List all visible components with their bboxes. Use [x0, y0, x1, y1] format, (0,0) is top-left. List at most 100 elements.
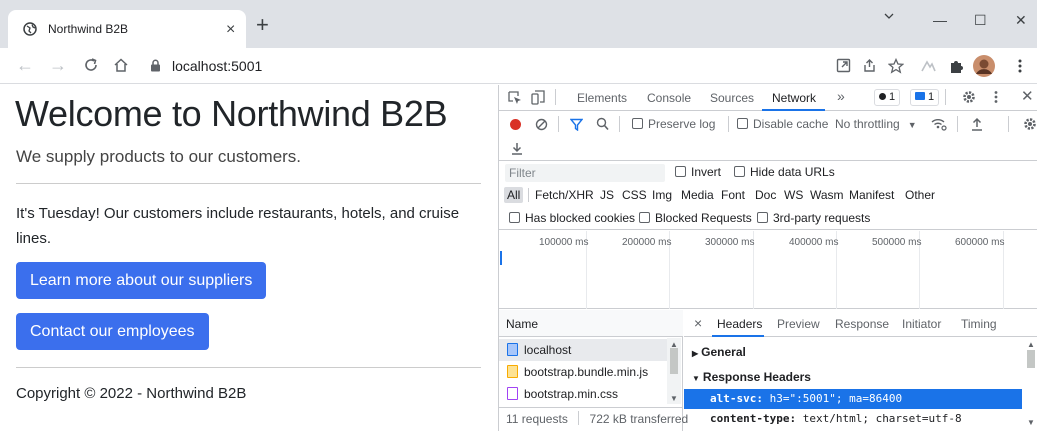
scroll-thumb[interactable] [670, 348, 678, 374]
network-settings-gear-icon[interactable] [1023, 117, 1037, 131]
third-party-label: 3rd-party requests [773, 211, 871, 225]
detail-close-icon[interactable]: × [694, 315, 702, 331]
extensions-puzzle-icon[interactable] [948, 58, 964, 74]
type-wasm[interactable]: Wasm [810, 188, 844, 202]
name-column-header[interactable]: Name [499, 310, 683, 337]
address-bar[interactable]: localhost:5001 [172, 58, 262, 74]
type-media[interactable]: Media [681, 188, 714, 202]
third-party-checkbox[interactable]: 3rd-party requests [757, 211, 870, 225]
bookmark-star-icon[interactable] [888, 58, 904, 74]
tab-close-icon[interactable]: × [226, 21, 235, 39]
type-all[interactable]: All [504, 187, 524, 203]
inspect-element-icon[interactable] [508, 91, 522, 105]
tab-console[interactable]: Console [647, 91, 691, 105]
lock-icon[interactable] [150, 59, 161, 72]
reload-icon[interactable] [83, 55, 99, 73]
scroll-up-icon[interactable]: ▲ [1027, 340, 1035, 349]
tab-search-chevron-icon[interactable] [883, 10, 895, 22]
tab-elements[interactable]: Elements [577, 91, 627, 105]
export-har-icon[interactable] [511, 141, 523, 155]
request-row[interactable]: bootstrap.min.css [499, 383, 667, 405]
settings-gear-icon[interactable] [962, 90, 976, 104]
toolbar-divider [558, 116, 559, 132]
back-arrow-icon[interactable]: ← [16, 55, 34, 75]
type-manifest[interactable]: Manifest [849, 188, 894, 202]
blocked-requests-checkbox[interactable]: Blocked Requests [639, 211, 752, 225]
tab-title: Northwind B2B [48, 22, 129, 36]
new-tab-button[interactable]: + [256, 14, 269, 36]
hide-data-urls-checkbox[interactable]: Hide data URLs [734, 165, 835, 179]
share-icon[interactable] [862, 58, 877, 73]
type-img[interactable]: Img [652, 188, 672, 202]
extension-icon[interactable] [920, 58, 936, 74]
home-icon[interactable] [113, 55, 129, 73]
request-row[interactable]: localhost [499, 339, 667, 361]
request-name: localhost [524, 343, 572, 357]
more-tabs-icon[interactable]: » [837, 88, 845, 104]
blocked-cookies-checkbox[interactable]: Has blocked cookies [509, 211, 635, 225]
header-name: content-type: [710, 412, 797, 425]
requests-scrollbar[interactable]: ▲ ▼ [667, 338, 681, 404]
scroll-thumb[interactable] [1027, 350, 1035, 368]
general-label: General [701, 345, 746, 359]
detail-tab-bar: × Headers Preview Response Initiator Tim… [684, 310, 1037, 337]
dropdown-arrow-icon: ▼ [907, 120, 917, 130]
type-fetch-xhr[interactable]: Fetch/XHR [535, 188, 594, 202]
tab-preview[interactable]: Preview [777, 317, 820, 331]
type-other[interactable]: Other [905, 188, 935, 202]
response-headers-section[interactable]: ▼ Response Headers [692, 370, 811, 384]
network-timeline-overview[interactable]: 100000 ms 200000 ms 300000 ms 400000 ms … [499, 231, 1037, 309]
maximize-button[interactable]: ☐ [974, 12, 987, 29]
filter-funnel-icon[interactable] [570, 118, 583, 131]
clear-icon[interactable] [535, 118, 548, 131]
open-in-app-icon[interactable] [836, 58, 851, 73]
network-conditions-icon[interactable] [931, 117, 947, 131]
tab-response[interactable]: Response [835, 317, 889, 331]
errors-badge[interactable]: 1 [874, 89, 901, 106]
devtools-panel: Elements Console Sources Network » 1 1 ✕ [498, 85, 1037, 431]
scroll-down-icon[interactable]: ▼ [670, 394, 678, 403]
tab-headers[interactable]: Headers [717, 317, 762, 331]
filter-input[interactable]: Filter [505, 164, 665, 182]
profile-avatar[interactable] [973, 55, 995, 77]
tab-initiator[interactable]: Initiator [902, 317, 941, 331]
tab-sources[interactable]: Sources [710, 91, 754, 105]
type-font[interactable]: Font [721, 188, 745, 202]
tab-network[interactable]: Network [772, 91, 816, 105]
device-toolbar-icon[interactable] [531, 90, 545, 105]
type-doc[interactable]: Doc [755, 188, 776, 202]
window-close-button[interactable]: ✕ [1015, 12, 1027, 29]
request-row[interactable]: bootstrap.bundle.min.js [499, 361, 667, 383]
forward-arrow-icon[interactable]: → [49, 55, 67, 75]
globe-icon [23, 22, 37, 36]
messages-badge[interactable]: 1 [910, 89, 940, 106]
filter-row: Filter Invert Hide data URLs [499, 162, 1037, 184]
invert-checkbox[interactable]: Invert [675, 165, 721, 179]
browser-tab[interactable]: Northwind B2B × [8, 10, 246, 48]
suppliers-button[interactable]: Learn more about our suppliers [16, 262, 267, 299]
minimize-button[interactable]: — [933, 12, 947, 28]
employees-button[interactable]: Contact our employees [16, 313, 209, 350]
requests-count: 11 requests [506, 412, 568, 426]
import-har-icon[interactable] [971, 117, 983, 131]
header-row-content-type[interactable]: content-type: text/html; charset=utf-8 [710, 412, 962, 425]
type-js[interactable]: JS [600, 188, 614, 202]
tab-timing[interactable]: Timing [961, 317, 997, 331]
preserve-log-checkbox[interactable]: Preserve log [632, 117, 715, 131]
devtools-close-icon[interactable]: ✕ [1021, 87, 1034, 105]
header-row-alt-svc[interactable]: alt-svc: h3=":5001"; ma=86400 [684, 389, 1022, 409]
throttling-select[interactable]: No throttling ▼ [835, 117, 917, 131]
type-ws[interactable]: WS [784, 188, 803, 202]
type-css[interactable]: CSS [622, 188, 647, 202]
disable-cache-checkbox[interactable]: Disable cache [737, 117, 828, 131]
search-icon[interactable] [596, 117, 609, 131]
browser-menu-icon[interactable] [1017, 58, 1023, 74]
devtools-menu-icon[interactable] [993, 90, 999, 104]
details-scrollbar[interactable]: ▲ ▼ [1024, 338, 1037, 431]
general-section[interactable]: ▶ General [692, 345, 746, 359]
document-file-icon [507, 343, 518, 356]
record-icon[interactable] [510, 119, 521, 130]
page-lead: We supply products to our customers. [16, 147, 302, 166]
scroll-down-icon[interactable]: ▼ [1027, 418, 1035, 427]
toolbar-divider [945, 89, 946, 105]
